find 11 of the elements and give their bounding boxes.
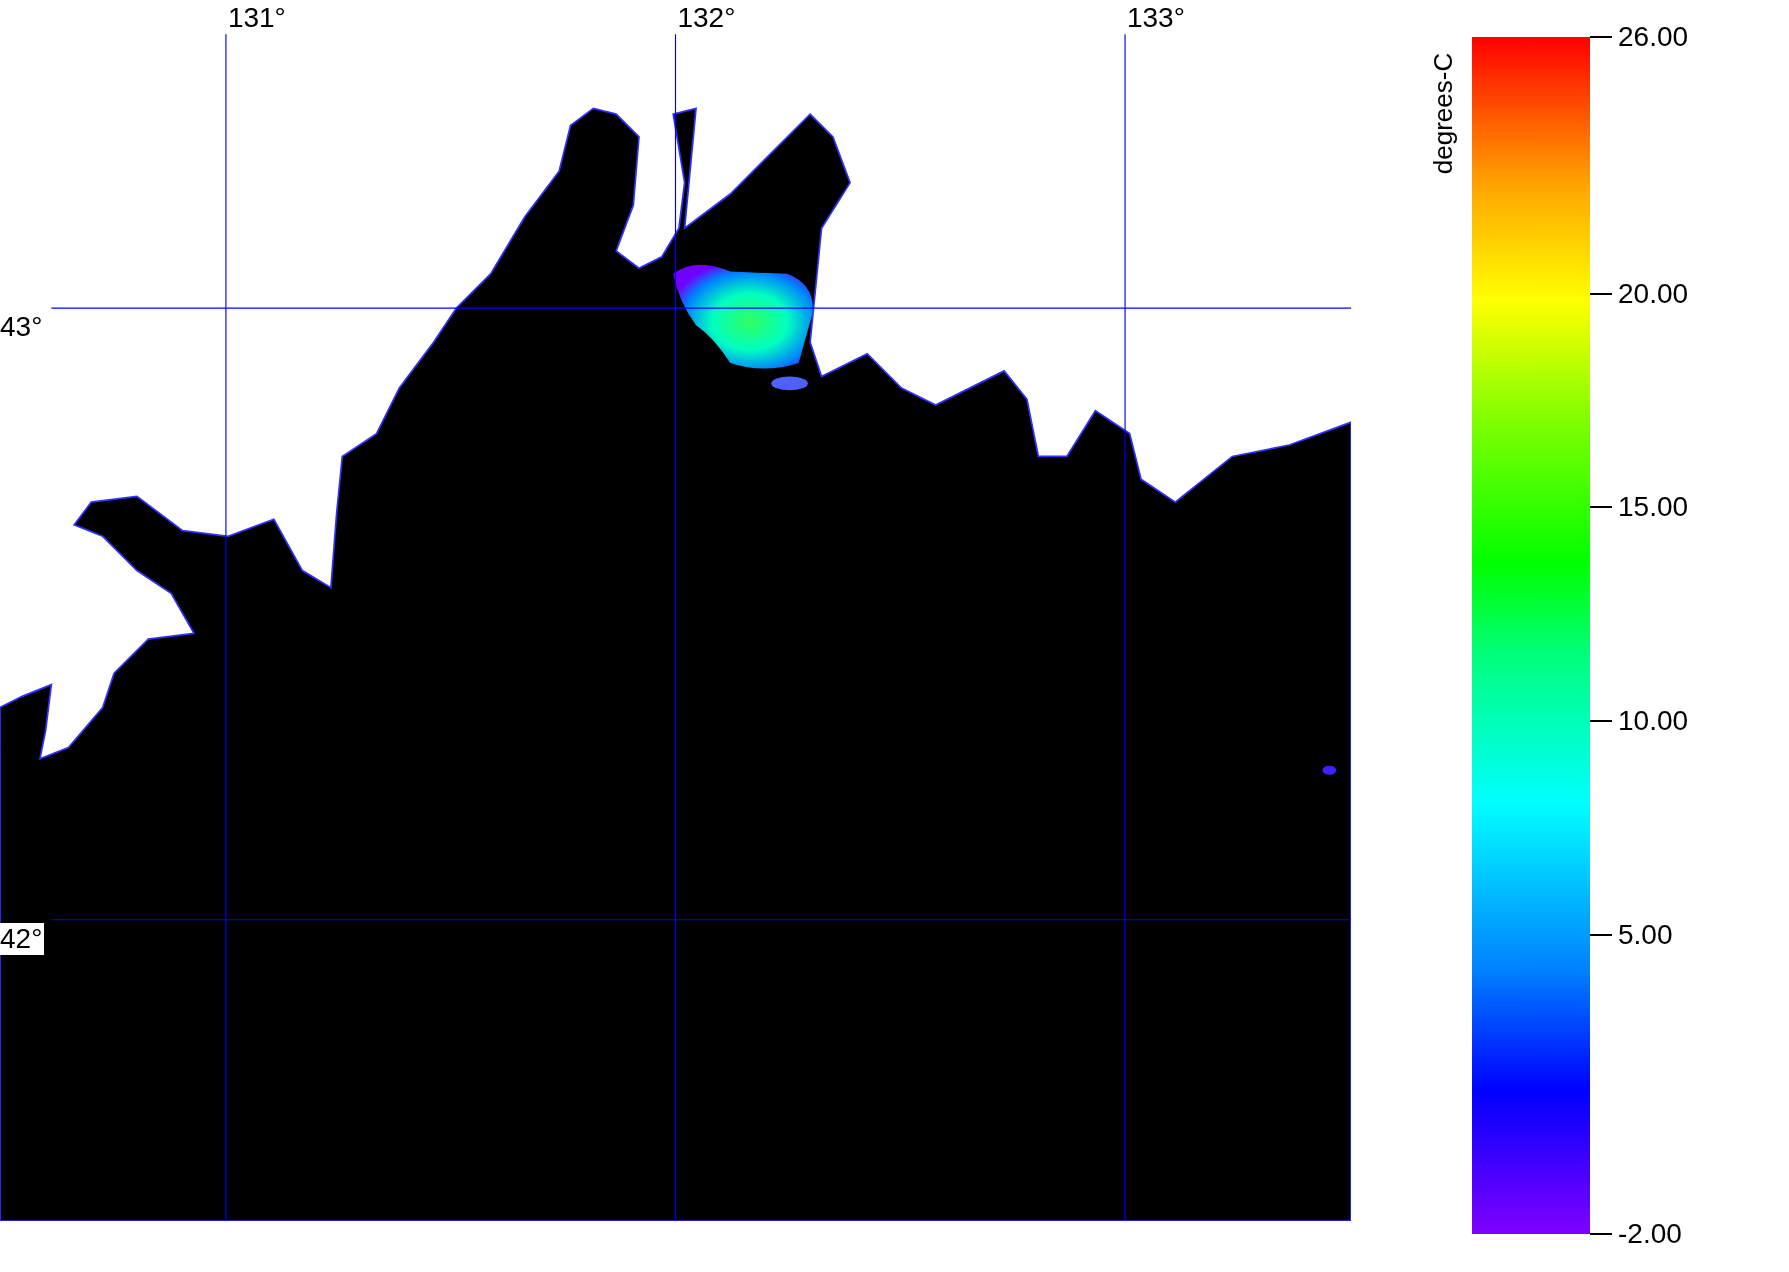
- scale-tick-label: 26.00: [1618, 21, 1689, 53]
- latitude-label: 42°: [0, 923, 45, 955]
- scale-tick-label: 20.00: [1618, 277, 1689, 310]
- scale-tick-label: -2.00: [1618, 1218, 1682, 1250]
- scale-tick-label: 10.00: [1618, 704, 1689, 737]
- scale-tick-label: 5.00: [1618, 918, 1673, 951]
- unit-label: degrees-C: [1428, 52, 1460, 174]
- scale-tick-label: 15.00: [1618, 491, 1689, 524]
- longitude-label: 133°: [1126, 2, 1185, 34]
- longitude-label: 132°: [677, 2, 736, 34]
- longitude-label: 131°: [227, 2, 286, 34]
